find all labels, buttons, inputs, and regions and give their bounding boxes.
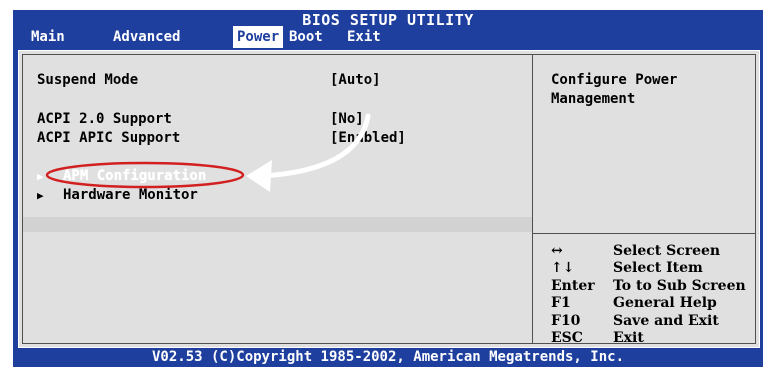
help-divider — [532, 233, 756, 234]
triangle-right-icon: ▶ — [37, 189, 44, 202]
setting-value[interactable]: [Auto] — [330, 72, 381, 88]
tab-power[interactable]: Power — [233, 26, 284, 48]
triangle-right-icon: ▶ — [37, 170, 44, 183]
key-row: F1 General Help — [551, 295, 761, 312]
bios-window: BIOS SETUP UTILITY Main Advanced Power B… — [13, 10, 763, 367]
tab-boot[interactable]: Boot — [285, 26, 327, 48]
setting-value[interactable]: [Enabled] — [330, 130, 406, 146]
key-description: General Help — [613, 295, 717, 312]
key-row: F10 Save and Exit — [551, 313, 761, 330]
key-legend: ↔ Select Screen ↑↓ Select Item Enter To … — [551, 243, 761, 347]
help-description: Configure Power Management — [551, 71, 741, 109]
key-name: Enter — [551, 277, 595, 294]
tab-main[interactable]: Main — [27, 26, 69, 48]
setting-label: Suspend Mode — [37, 72, 139, 88]
menu-bar: Main Advanced Power Boot Exit — [13, 26, 763, 48]
help-line: Management — [551, 91, 636, 107]
copyright-footer: V02.53 (C)Copyright 1985-2002, American … — [151, 349, 624, 365]
key-description: Save and Exit — [613, 312, 719, 329]
setting-label: ACPI APIC Support — [37, 130, 181, 146]
key-name: ESC — [551, 329, 583, 346]
key-description: To to Sub Screen — [613, 277, 746, 294]
key-row: Enter To to Sub Screen — [551, 278, 761, 295]
key-name: F1 — [551, 295, 571, 312]
submenu-label: Hardware Monitor — [63, 187, 198, 203]
main-panel: Suspend Mode [Auto] ACPI 2.0 Support [No… — [18, 50, 760, 348]
list-separator — [23, 217, 532, 232]
key-description: Select Item — [613, 260, 703, 277]
tab-exit[interactable]: Exit — [343, 26, 385, 48]
up-down-arrow-icon: ↑↓ — [551, 260, 575, 277]
key-row: ↑↓ Select Item — [551, 260, 761, 277]
setting-label: ACPI 2.0 Support — [37, 111, 172, 127]
help-line: Configure Power — [551, 72, 678, 88]
tab-advanced[interactable]: Advanced — [109, 26, 184, 48]
vertical-divider — [532, 54, 533, 344]
submenu-label: APM Configuration — [63, 168, 207, 184]
key-name: F10 — [551, 312, 581, 329]
key-description: Exit — [613, 329, 644, 346]
key-description: Select Screen — [613, 243, 721, 259]
setting-value[interactable]: [No] — [330, 111, 364, 127]
left-right-arrow-icon: ↔ — [551, 243, 563, 259]
key-row: ESC Exit — [551, 330, 761, 347]
key-row: ↔ Select Screen — [551, 243, 761, 260]
